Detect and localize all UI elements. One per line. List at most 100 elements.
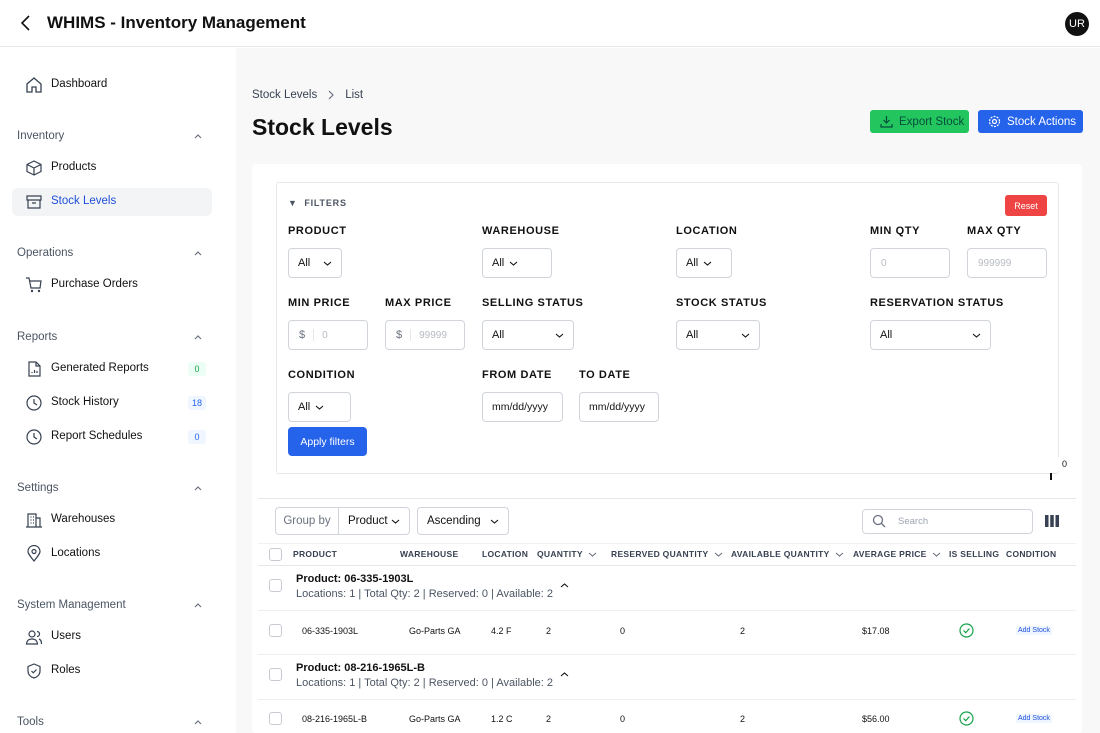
product-select[interactable]: All	[288, 248, 342, 278]
sidebar-item-label: Products	[51, 161, 97, 173]
sidebar-section-settings[interactable]: Settings	[17, 482, 59, 494]
chevron-right-icon	[328, 90, 335, 100]
stock-status-value: All	[686, 329, 699, 341]
page-title: Stock Levels	[252, 114, 393, 140]
shield-check-icon	[27, 663, 41, 679]
sidebar-item-generated-reports[interactable]: Generated Reports 0	[12, 355, 212, 383]
add-stock-link[interactable]: Add Stock	[1016, 626, 1052, 635]
group-by-value-text: Product	[348, 515, 388, 527]
document-icon	[28, 361, 41, 377]
sidebar-item-report-schedules[interactable]: Report Schedules 0	[12, 423, 212, 451]
sort-order-select[interactable]: Ascending	[417, 507, 509, 535]
column-header-label: IS SELLING	[949, 549, 1000, 559]
columns-icon[interactable]	[1045, 515, 1059, 527]
user-avatar[interactable]: UR	[1065, 12, 1089, 36]
filters-heading[interactable]: ▼ FILTERS	[288, 198, 347, 208]
sidebar-item-purchase-orders[interactable]: Purchase Orders	[12, 271, 212, 299]
max-price-input[interactable]: $99999	[385, 320, 465, 350]
count-badge: 0	[188, 430, 206, 444]
cell-warehouse: Go-Parts GA	[409, 626, 461, 636]
collapse-chevron-icon[interactable]	[560, 671, 569, 678]
group-checkbox[interactable]	[269, 579, 282, 592]
cart-icon	[26, 277, 42, 293]
from-date-label: FROM DATE	[482, 369, 552, 381]
sidebar-item-stock-levels[interactable]: Stock Levels	[12, 188, 212, 216]
chevron-down-icon	[509, 261, 518, 266]
column-header-product[interactable]: PRODUCT	[293, 549, 337, 559]
table-header-top-border	[258, 543, 1076, 544]
chevron-up-icon[interactable]	[193, 718, 203, 726]
cell-average-price: $17.08	[862, 626, 890, 636]
back-arrow-icon[interactable]	[18, 14, 34, 32]
currency-symbol: $	[396, 329, 412, 341]
reset-button[interactable]: Reset	[1005, 195, 1047, 216]
stock-status-label: STOCK STATUS	[676, 297, 767, 309]
sidebar-section-operations[interactable]: Operations	[17, 247, 73, 259]
sidebar-item-roles[interactable]: Roles	[12, 657, 212, 685]
sidebar-item-label: Purchase Orders	[51, 278, 138, 290]
to-date-input[interactable]: mm/dd/yyyy	[579, 392, 659, 422]
stock-actions-button[interactable]: Stock Actions	[978, 110, 1083, 133]
sidebar-item-dashboard[interactable]: Dashboard	[12, 71, 212, 99]
chevron-up-icon[interactable]	[193, 132, 203, 140]
column-header-quantity[interactable]: QUANTITY	[537, 549, 597, 559]
column-header-warehouse[interactable]: WAREHOUSE	[400, 549, 458, 559]
sidebar-section-tools[interactable]: Tools	[17, 716, 44, 728]
row-checkbox[interactable]	[269, 624, 282, 637]
from-date-input[interactable]: mm/dd/yyyy	[482, 392, 563, 422]
breadcrumb-link-stock-levels[interactable]: Stock Levels	[252, 89, 317, 101]
condition-select[interactable]: All	[288, 392, 351, 422]
chevron-up-icon[interactable]	[193, 333, 203, 341]
chevron-up-icon[interactable]	[193, 249, 203, 257]
column-header-reserved-quantity[interactable]: RESERVED QUANTITY	[611, 549, 723, 559]
group-by-select[interactable]: Group by Product	[275, 507, 410, 535]
column-header-condition[interactable]: CONDITION	[1006, 549, 1056, 559]
resize-handle[interactable]	[1050, 473, 1052, 480]
chevron-up-icon[interactable]	[193, 601, 203, 609]
sidebar-item-users[interactable]: Users	[12, 623, 212, 651]
sidebar-section-reports[interactable]: Reports	[17, 331, 57, 343]
group-summary: Locations: 1 | Total Qty: 2 | Reserved: …	[296, 677, 554, 689]
warehouse-select-value: All	[492, 257, 505, 269]
chevron-down-icon	[323, 261, 332, 266]
max-qty-input[interactable]: 999999	[967, 248, 1047, 278]
sidebar-item-label: Warehouses	[51, 513, 116, 525]
add-stock-link[interactable]: Add Stock	[1016, 714, 1052, 723]
max-qty-label: MAX QTY	[967, 225, 1022, 237]
selling-status-select[interactable]: All	[482, 320, 574, 350]
export-stock-button[interactable]: Export Stock	[870, 110, 969, 133]
warehouse-select[interactable]: All	[482, 248, 552, 278]
column-header-label: AVAILABLE QUANTITY	[731, 549, 830, 559]
apply-filters-button[interactable]: Apply filters	[288, 427, 367, 456]
sidebar-item-locations[interactable]: Locations	[12, 540, 212, 568]
sidebar-item-warehouses[interactable]: Warehouses	[12, 506, 212, 534]
divider	[258, 498, 1076, 499]
column-header-location[interactable]: LOCATION	[482, 549, 528, 559]
cell-location: 1.2 C	[491, 714, 513, 724]
chevron-down-icon	[972, 333, 981, 338]
min-price-input[interactable]: $0	[288, 320, 368, 350]
select-all-checkbox[interactable]	[269, 548, 282, 561]
sidebar-section-system-management[interactable]: System Management	[17, 599, 126, 611]
collapse-chevron-icon[interactable]	[560, 582, 569, 589]
gear-icon	[988, 115, 1001, 128]
row-checkbox[interactable]	[269, 712, 282, 725]
column-header-average-price[interactable]: AVERAGE PRICE	[853, 549, 941, 559]
sidebar-item-label: Locations	[51, 547, 101, 559]
chevron-down-icon	[490, 519, 499, 524]
column-header-available-quantity[interactable]: AVAILABLE QUANTITY	[731, 549, 844, 559]
breadcrumb-current: List	[345, 89, 364, 101]
group-checkbox[interactable]	[269, 668, 282, 681]
min-qty-input[interactable]: 0	[870, 248, 950, 278]
location-select[interactable]: All	[676, 248, 732, 278]
sidebar-item-stock-history[interactable]: Stock History 18	[12, 389, 212, 417]
cell-warehouse: Go-Parts GA	[409, 714, 461, 724]
sidebar-item-products[interactable]: Products	[12, 154, 212, 182]
reservation-status-select[interactable]: All	[870, 320, 991, 350]
search-input[interactable]: Search	[862, 509, 1033, 534]
chevron-up-icon[interactable]	[193, 484, 203, 492]
stock-status-select[interactable]: All	[676, 320, 760, 350]
max-price-placeholder: 99999	[419, 329, 447, 341]
column-header-is-selling[interactable]: IS SELLING	[949, 549, 999, 559]
sidebar-section-inventory[interactable]: Inventory	[17, 130, 64, 142]
